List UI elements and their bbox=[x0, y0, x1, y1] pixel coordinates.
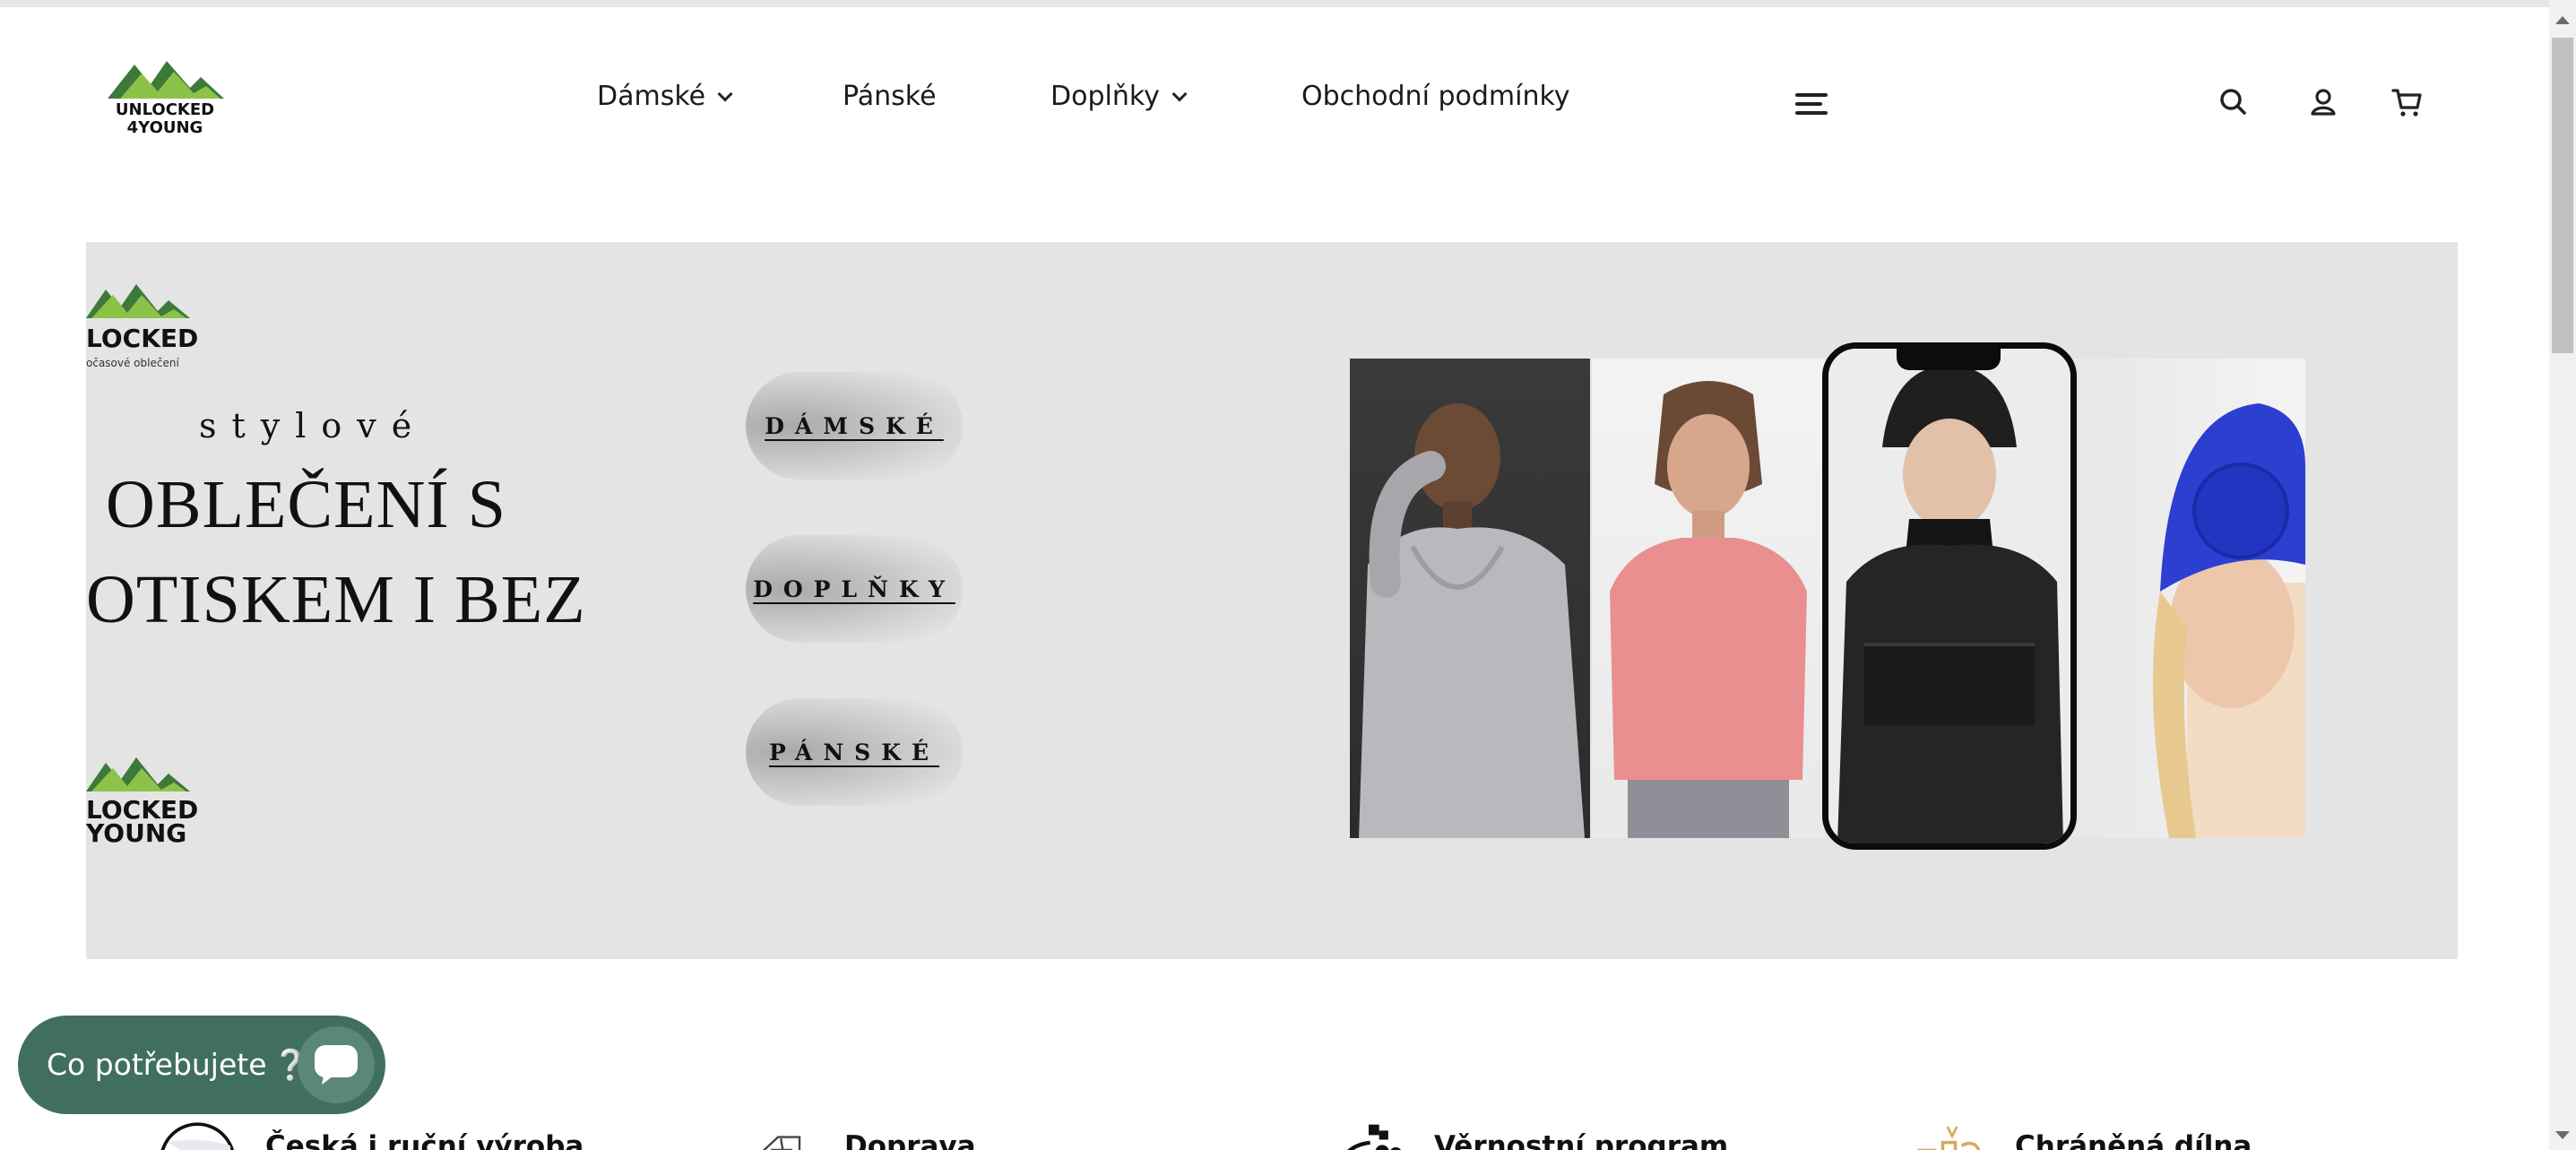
nav-item-doplnky[interactable]: Doplňky bbox=[1050, 81, 1188, 112]
svg-text:UNLOCKED: UNLOCKED bbox=[116, 100, 214, 119]
nav-item-label: Doplňky bbox=[1050, 81, 1160, 112]
chat-label: Co potřebujete bbox=[47, 1047, 267, 1082]
chevron-down-icon bbox=[717, 86, 733, 101]
feature-label: Věrnostní program bbox=[1434, 1130, 1729, 1150]
chat-label-wrap: Co potřebujete ❔ bbox=[47, 1047, 309, 1083]
hero-logo-top-subtext: očasové oblečení bbox=[86, 357, 179, 369]
feature-label: Česká i ruční výroba bbox=[265, 1130, 584, 1150]
nav-item-damske[interactable]: Dámské bbox=[597, 81, 733, 112]
scrollbar-thumb[interactable] bbox=[2552, 38, 2573, 353]
hero-tagline: stylové bbox=[199, 406, 428, 445]
hero-logo-bottom-text-2: YOUNG bbox=[86, 818, 186, 847]
feature-czech-production: Česká i ruční výroba bbox=[160, 1115, 583, 1150]
nav-item-label: Pánské bbox=[843, 81, 937, 112]
hero-logo-bottom: LOCKED YOUNG bbox=[86, 739, 220, 848]
hero-headline-line-1: OBLEČENÍ S bbox=[106, 467, 506, 542]
loyalty-people-icon bbox=[1347, 1124, 1401, 1150]
scroll-up-arrow-icon[interactable] bbox=[2555, 16, 2570, 24]
search-icon[interactable] bbox=[2216, 84, 2252, 120]
nav-item-obchodni-podminky[interactable]: Obchodní podmínky bbox=[1301, 81, 1570, 112]
menu-icon[interactable] bbox=[1795, 93, 1828, 117]
hero-logo-top: LOCKED očasové oblečení bbox=[86, 264, 220, 372]
product-photo-hoodie bbox=[1350, 359, 1590, 838]
browser-top-border bbox=[0, 0, 2549, 7]
product-photo-tshirt bbox=[1592, 359, 1825, 838]
hero-banner: LOCKED očasové oblečení stylové OBLEČENÍ… bbox=[86, 242, 2458, 959]
hero-headline-line-2: OTISKEM I BEZ bbox=[86, 562, 586, 637]
feature-delivery: Doprava bbox=[749, 1115, 976, 1150]
hero-button-damske[interactable]: DÁMSKÉ bbox=[746, 372, 963, 480]
cart-icon[interactable] bbox=[2390, 84, 2425, 120]
hero-logo-top-text: LOCKED bbox=[86, 324, 198, 353]
feature-label: Chráněná dílna bbox=[2015, 1130, 2252, 1150]
chevron-down-icon bbox=[1171, 86, 1188, 101]
chat-bubble-icon bbox=[315, 1045, 358, 1085]
page-scrollbar[interactable] bbox=[2549, 0, 2576, 1150]
scroll-down-arrow-icon[interactable] bbox=[2555, 1131, 2570, 1139]
chat-widget[interactable]: Co potřebujete ❔ bbox=[18, 1016, 385, 1114]
account-icon[interactable] bbox=[2305, 84, 2341, 120]
nav-item-panske[interactable]: Pánské bbox=[843, 81, 937, 112]
site-logo[interactable]: UNLOCKED 4YOUNG bbox=[100, 57, 230, 138]
nav-item-label: Dámské bbox=[597, 81, 706, 112]
phone-notch bbox=[1897, 349, 2001, 370]
hero-button-doplnky[interactable]: DOPLŇKY bbox=[746, 535, 963, 643]
feature-protected-workshop: Chráněná dílna bbox=[1913, 1115, 2252, 1150]
feature-loyalty-program: Věrnostní program bbox=[1336, 1115, 1728, 1150]
phone-mockup bbox=[1822, 342, 2077, 850]
product-photo-beanie bbox=[2053, 359, 2305, 838]
feature-label: Doprava bbox=[844, 1130, 976, 1150]
nav-item-label: Obchodní podmínky bbox=[1301, 81, 1570, 112]
workshop-icon bbox=[1917, 1126, 1981, 1150]
hero-button-panske[interactable]: PÁNSKÉ bbox=[746, 698, 963, 806]
chat-open-button[interactable] bbox=[298, 1026, 375, 1103]
svg-text:4YOUNG: 4YOUNG bbox=[127, 118, 203, 137]
site-header: UNLOCKED 4YOUNG Dámské Pánské Doplňky Ob… bbox=[0, 7, 2549, 186]
delivery-truck-icon bbox=[762, 1136, 801, 1150]
czech-flag-icon bbox=[160, 1122, 235, 1150]
